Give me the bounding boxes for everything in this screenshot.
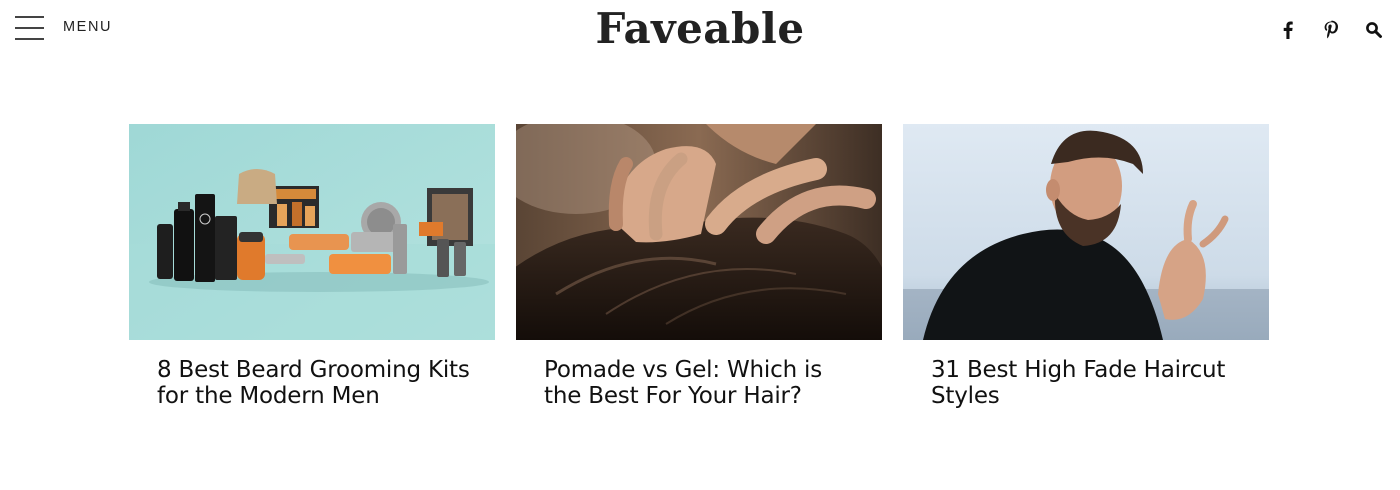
facebook-icon[interactable] xyxy=(1280,20,1300,40)
site-header: MENU Faveable xyxy=(0,0,1400,60)
pinterest-icon[interactable] xyxy=(1322,20,1342,40)
hamburger-menu-icon[interactable] xyxy=(15,16,45,40)
article-title[interactable]: 31 Best High Fade Haircut Styles xyxy=(931,357,1249,409)
article-card[interactable]: Pomade vs Gel: Which is the Best For You… xyxy=(516,124,882,409)
article-card[interactable]: 8 Best Beard Grooming Kits for the Moder… xyxy=(129,124,495,409)
beard-grooming-kit-image[interactable] xyxy=(129,124,495,340)
article-grid: 8 Best Beard Grooming Kits for the Moder… xyxy=(129,124,1270,424)
search-icon[interactable] xyxy=(1365,20,1385,40)
high-fade-haircut-image[interactable] xyxy=(903,124,1269,340)
article-title[interactable]: 8 Best Beard Grooming Kits for the Moder… xyxy=(157,357,475,409)
site-logo-container: Faveable xyxy=(0,4,1400,53)
site-logo[interactable]: Faveable xyxy=(595,4,804,53)
menu-button[interactable]: MENU xyxy=(63,19,112,35)
hands-in-hair-image[interactable] xyxy=(516,124,882,340)
article-card[interactable]: 31 Best High Fade Haircut Styles xyxy=(903,124,1269,409)
article-title[interactable]: Pomade vs Gel: Which is the Best For You… xyxy=(544,357,862,409)
